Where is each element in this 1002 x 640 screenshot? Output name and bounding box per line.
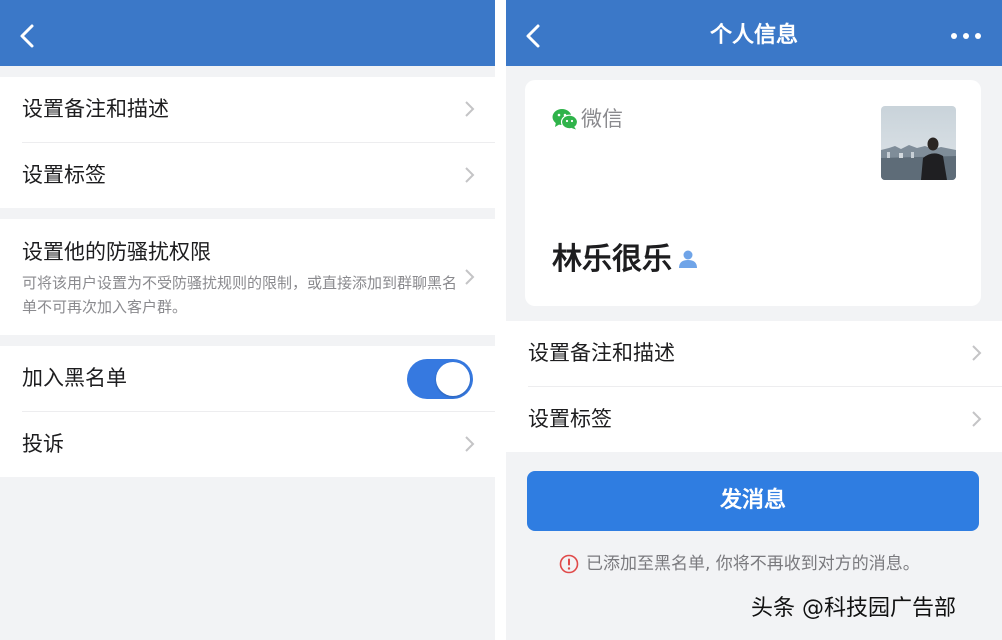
chevron-right-icon [465, 167, 475, 183]
chevron-right-icon [972, 411, 982, 427]
chevron-right-icon [465, 436, 475, 452]
remark-tag-group: 设置备注和描述 设置标签 [506, 321, 1002, 452]
send-message-button[interactable]: 发消息 [527, 471, 979, 531]
watermark-text: 头条 @科技园广告部 [751, 596, 956, 621]
toggle-knob [436, 362, 470, 396]
contact-name: 林乐很乐 [552, 242, 672, 277]
set-remark-label: 设置备注和描述 [22, 97, 169, 121]
complaint-row[interactable]: 投诉 [0, 412, 495, 477]
set-remark-row[interactable]: 设置备注和描述 [506, 321, 1002, 386]
profile-screen: 个人信息 微信 林乐很乐 设置备注和描述 设置标签 发消息 已添加至黑名单, 你… [506, 0, 1002, 640]
anti-harass-group: 设置他的防骚扰权限 可将该用户设置为不受防骚扰规则的限制，或直接添加到群聊黑名单… [0, 219, 495, 335]
wechat-source-label: 微信 [581, 107, 623, 131]
blacklist-toggle[interactable] [407, 359, 473, 399]
blacklist-notice-text: 已添加至黑名单, 你将不再收到对方的消息。 [586, 554, 920, 574]
back-icon[interactable] [16, 22, 40, 50]
more-dots-icon[interactable] [948, 24, 984, 48]
nav-bar: 个人信息 [506, 0, 1002, 66]
set-remark-row[interactable]: 设置备注和描述 [0, 77, 495, 142]
remark-tag-group: 设置备注和描述 设置标签 [0, 77, 495, 208]
chevron-right-icon [972, 345, 982, 361]
wechat-icon [552, 109, 578, 130]
person-icon [679, 250, 697, 268]
blacklist-row: 加入黑名单 [0, 346, 495, 411]
set-tags-label: 设置标签 [528, 407, 612, 431]
contact-settings-screen: 设置备注和描述 设置标签 设置他的防骚扰权限 可将该用户设置为不受防骚扰规则的限… [0, 0, 495, 640]
set-tags-row[interactable]: 设置标签 [506, 387, 1002, 452]
info-circle-icon [559, 554, 579, 574]
set-tags-label: 设置标签 [22, 163, 106, 187]
blacklist-label: 加入黑名单 [22, 366, 127, 390]
avatar[interactable] [881, 106, 956, 180]
chevron-right-icon [465, 269, 475, 285]
set-remark-label: 设置备注和描述 [528, 341, 675, 365]
nav-bar [0, 0, 495, 66]
blacklist-group: 加入黑名单 投诉 [0, 346, 495, 477]
chevron-right-icon [465, 101, 475, 117]
complaint-label: 投诉 [22, 432, 64, 456]
profile-card: 微信 林乐很乐 [525, 80, 981, 306]
page-title: 个人信息 [709, 23, 798, 48]
anti-harass-description: 可将该用户设置为不受防骚扰规则的限制，或直接添加到群聊黑名单不可再次加入客户群。 [22, 274, 458, 316]
set-tags-row[interactable]: 设置标签 [0, 143, 495, 208]
anti-harass-row[interactable]: 设置他的防骚扰权限 可将该用户设置为不受防骚扰规则的限制，或直接添加到群聊黑名单… [0, 219, 495, 335]
anti-harass-title: 设置他的防骚扰权限 [22, 240, 211, 264]
